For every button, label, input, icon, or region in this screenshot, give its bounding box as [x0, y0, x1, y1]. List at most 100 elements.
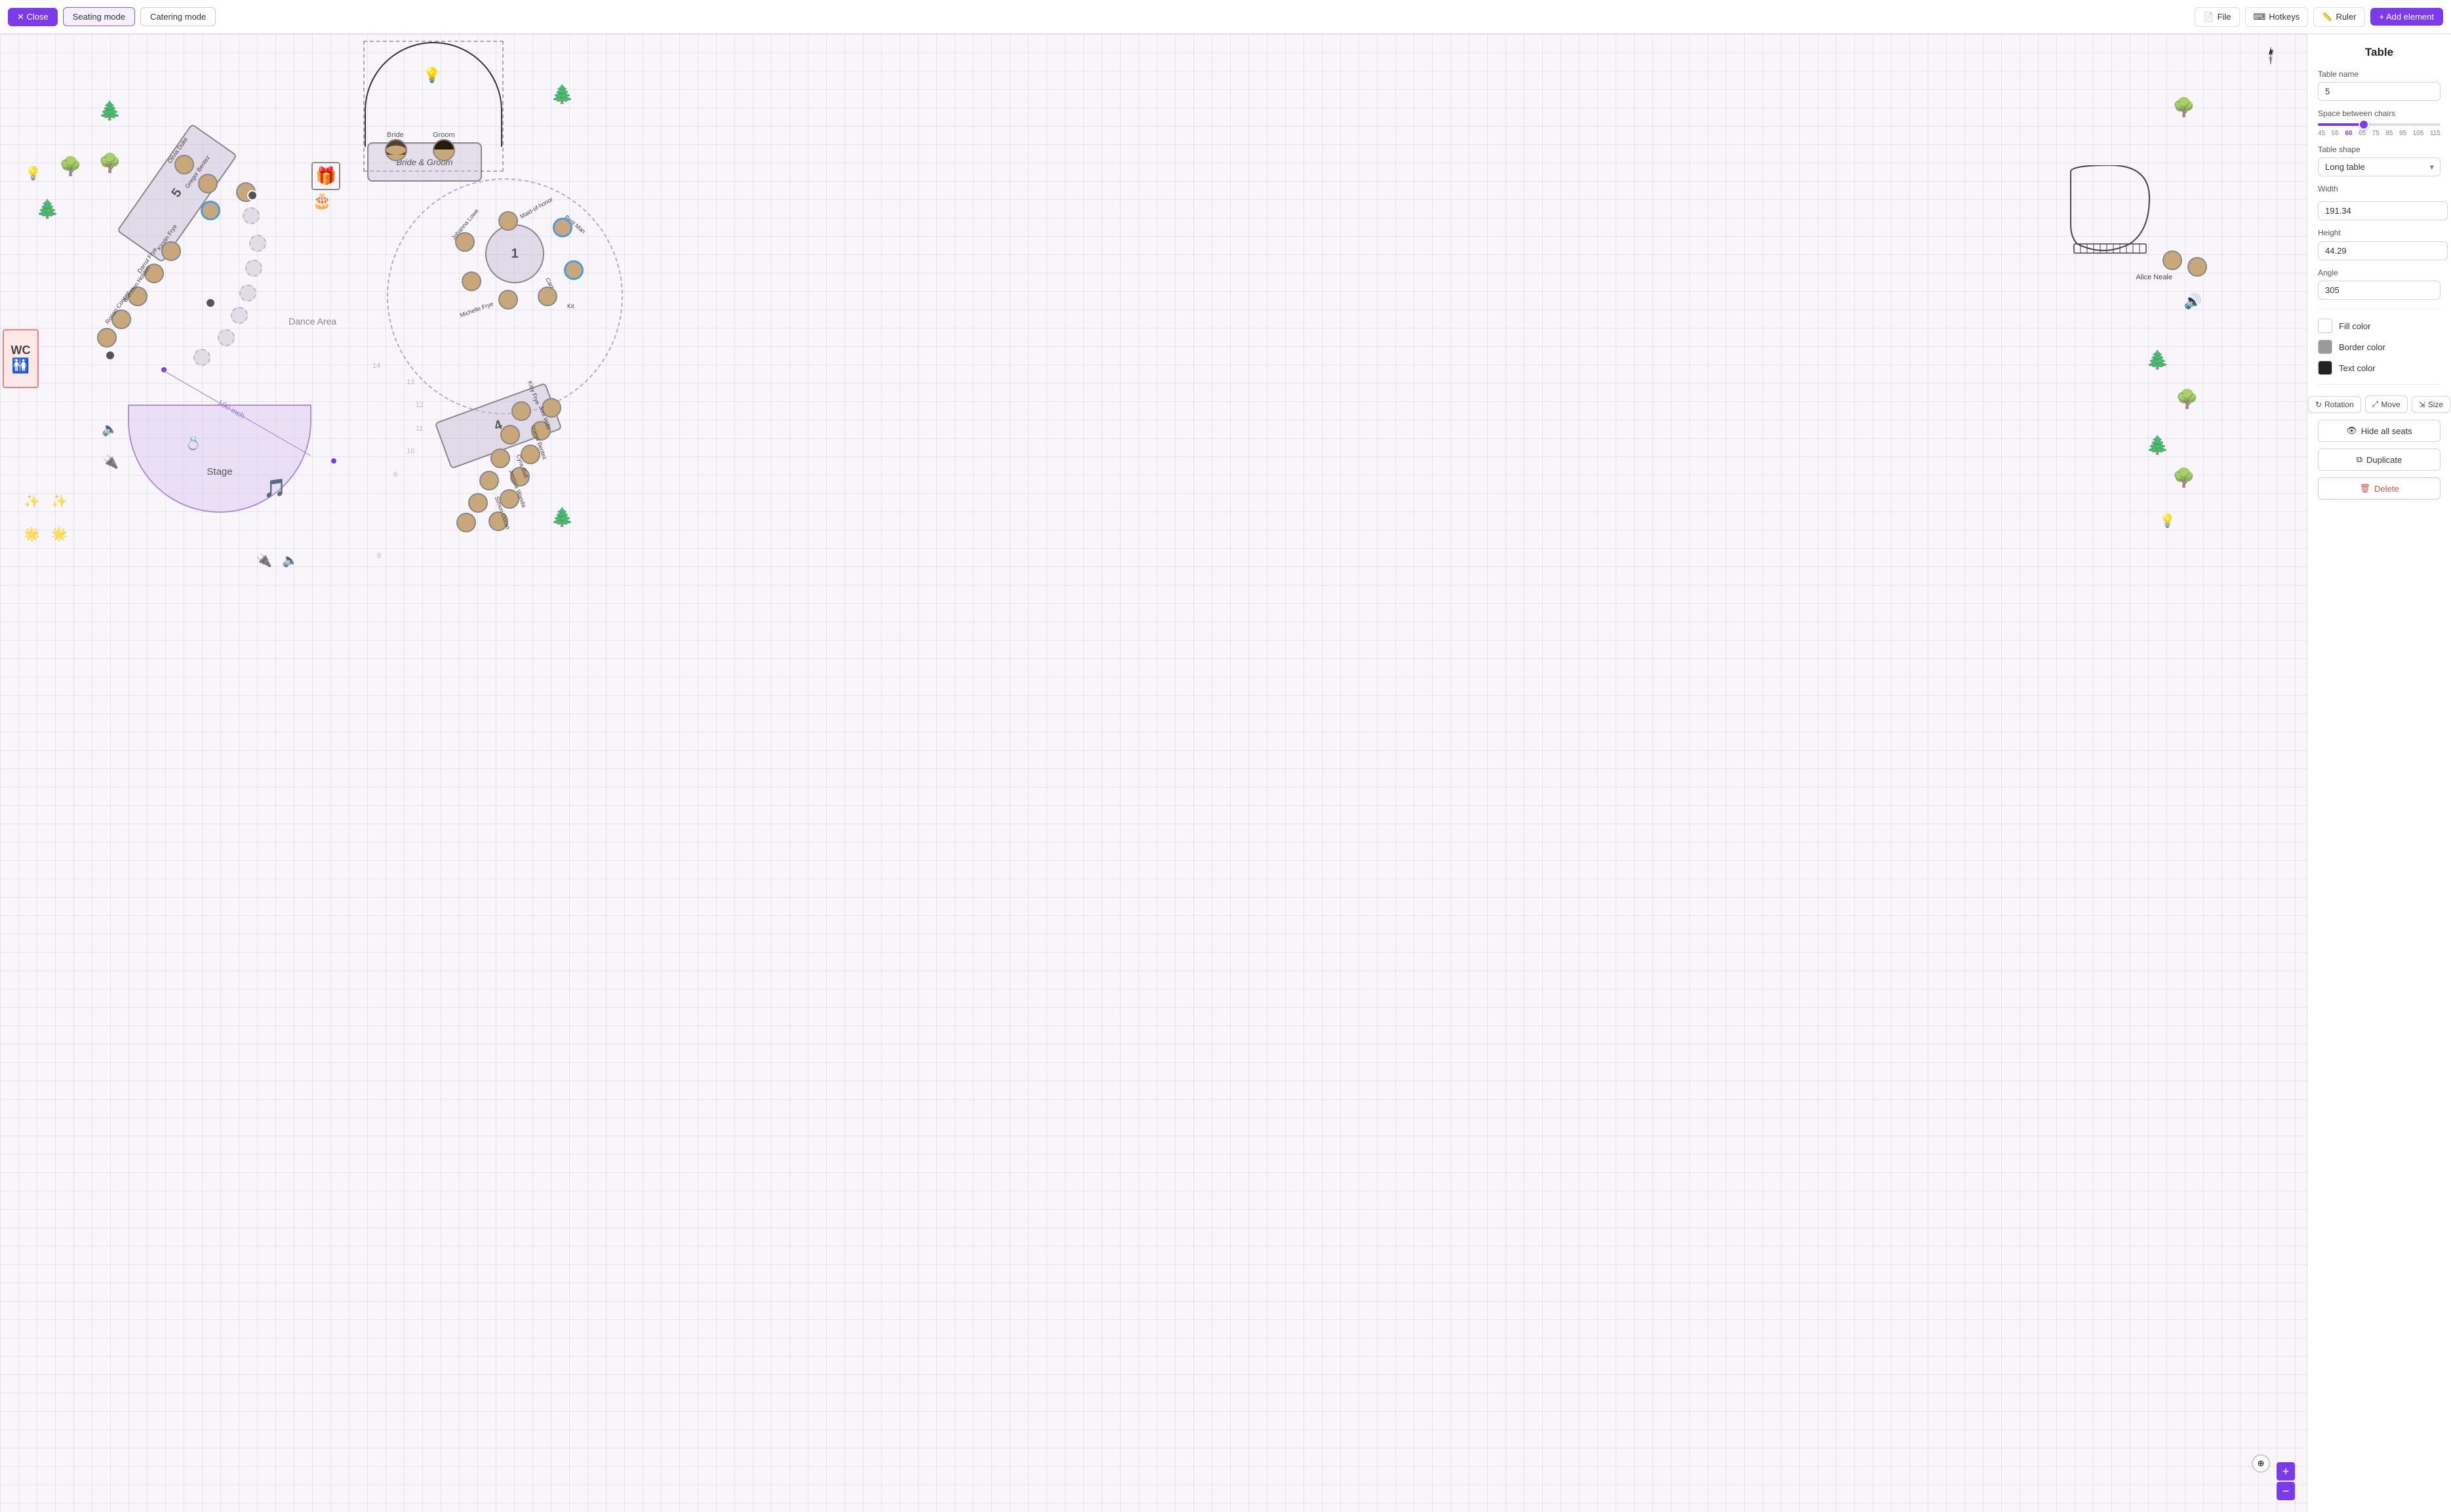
handle-top-right[interactable] [247, 190, 258, 201]
text-color-swatch[interactable] [2318, 361, 2332, 375]
gift-icon: 🎁 [311, 162, 340, 190]
seat-kitty [511, 401, 531, 421]
toolbar: ✕ Close Seating mode Catering mode 📄 Fil… [0, 0, 2451, 34]
fill-color-label: Fill color [2339, 321, 2370, 331]
text-color-label: Text color [2339, 363, 2376, 373]
hide-seats-button[interactable]: 👁 Hide all seats [2318, 420, 2441, 442]
tree-2: 🌳 [59, 155, 82, 177]
stage-audio-icon: 🎵 [264, 477, 287, 499]
tree-9: 🌳 [2172, 467, 2195, 488]
duplicate-icon: ⧉ [2357, 454, 2362, 465]
sparkle-icon: ✨ [51, 493, 68, 509]
seat-duke [201, 201, 220, 220]
num-11: 11 [416, 425, 423, 433]
tree-4: 🌲 [551, 83, 574, 105]
table-name-label: Table name [2318, 70, 2441, 79]
fill-color-swatch[interactable] [2318, 319, 2332, 333]
tree-1: 🌲 [98, 100, 121, 121]
seat-simon [456, 513, 476, 532]
fill-color-row: Fill color [2318, 319, 2441, 333]
tree-7: 🌳 [2176, 388, 2199, 410]
space-label: Space between chairs [2318, 109, 2441, 118]
zoom-out-button[interactable]: − [2277, 1482, 2295, 1500]
num-12: 12 [416, 401, 424, 409]
width-label: Width [2318, 184, 2441, 193]
dance-area-text: Dance Area [289, 316, 336, 327]
size-icon: ⇲ [2419, 400, 2425, 409]
empty-seat-4 [239, 285, 256, 302]
wc-icon: 🚻 [12, 357, 30, 374]
angle-input[interactable] [2318, 281, 2441, 300]
cake-icon: 🎂 [312, 191, 332, 210]
seat-izanel [490, 448, 510, 468]
width-input[interactable] [2318, 201, 2448, 220]
action-row: ↻ Rotation ⤢ Move ⇲ Size [2318, 395, 2441, 413]
speaker-icon-3: 🔈 [282, 552, 298, 568]
speaker-icon: 🔊 [2184, 293, 2202, 310]
empty-seat-7 [193, 349, 210, 366]
table-name-input[interactable] [2318, 82, 2441, 101]
empty-seat-3 [245, 260, 262, 277]
handle-bottom[interactable] [205, 298, 216, 308]
main-layout: N WC 🚻 💡 🎁 🎂 Bride & Groom Bride Groom [0, 34, 2451, 1512]
table-shape-select[interactable]: Long table Round table Square table [2318, 157, 2441, 176]
seat-maid [498, 211, 518, 231]
empty-seat-1 [243, 207, 260, 224]
stage-ring-icon: 💍 [185, 435, 201, 452]
empty-seat-2 [249, 235, 266, 252]
file-button[interactable]: 📄 File [2195, 7, 2239, 27]
add-element-button[interactable]: + Add element [2370, 8, 2443, 26]
seat-1e [498, 290, 518, 309]
rotation-button[interactable]: ↻ Rotation [2308, 396, 2361, 413]
lightbulb-icon-2: 💡 [25, 165, 41, 182]
width-row: Inches [2318, 197, 2441, 220]
seating-mode-button[interactable]: Seating mode [63, 7, 135, 26]
divider-2 [2318, 384, 2441, 385]
ruler-icon: 📏 [2322, 12, 2332, 22]
groom-label: Groom [433, 131, 455, 139]
ruler-button[interactable]: 📏 Ruler [2313, 7, 2364, 27]
seat-gregor [198, 174, 218, 193]
seat-cyra [479, 471, 499, 490]
num-9: 9 [393, 471, 397, 479]
tree-3: 🌲 [36, 198, 59, 220]
wc-sign: WC 🚻 [3, 329, 39, 388]
close-button[interactable]: ✕ Close [8, 8, 58, 26]
height-label: Height [2318, 228, 2441, 237]
delete-button[interactable]: 🗑 Delete [2318, 477, 2441, 500]
empty-seat-6 [218, 329, 235, 346]
bulb-icon-2: 💡 [2159, 513, 2176, 529]
tree-11: 🌳 [98, 152, 121, 174]
border-color-swatch[interactable] [2318, 340, 2332, 354]
right-panel: Table Table name Space between chairs 45… [2307, 34, 2451, 1512]
piano [2064, 165, 2156, 257]
measure-end [331, 458, 336, 464]
duplicate-button[interactable]: ⧉ Duplicate [2318, 448, 2441, 471]
bulb-icon: 💡 [423, 67, 441, 84]
move-button[interactable]: ⤢ Move [2365, 395, 2408, 413]
slider-thumb[interactable] [2359, 119, 2369, 130]
hotkeys-button[interactable]: ⌨ Hotkeys [2245, 7, 2309, 27]
catering-mode-button[interactable]: Catering mode [140, 7, 216, 26]
canvas-area[interactable]: N WC 🚻 💡 🎁 🎂 Bride & Groom Bride Groom [0, 34, 2307, 1512]
slider-labels: 45 55 60 65 75 85 95 105 115 [2318, 130, 2441, 137]
size-button[interactable]: ⇲ Size [2412, 396, 2450, 413]
handle-left[interactable] [105, 350, 115, 361]
michelle-label: Michelle Frye [459, 300, 494, 319]
panel-title: Table [2318, 46, 2441, 59]
table-shape-label: Table shape [2318, 145, 2441, 154]
locate-button[interactable]: ⊕ [2252, 1454, 2270, 1473]
border-color-label: Border color [2339, 342, 2385, 352]
space-slider[interactable]: 45 55 60 65 75 85 95 105 115 [2318, 123, 2441, 137]
maid-honor-label: Maid-of-honor [519, 196, 554, 220]
zoom-in-button[interactable]: + [2277, 1462, 2295, 1481]
seat-1f [462, 271, 481, 291]
table-1[interactable]: 1 [485, 224, 544, 283]
rotation-icon: ↻ [2315, 400, 2322, 409]
height-row: Inches [2318, 241, 2441, 260]
compass: N [2261, 46, 2281, 70]
kit-label: Kit [567, 303, 574, 309]
hotkeys-icon: ⌨ [2254, 12, 2266, 22]
height-input[interactable] [2318, 241, 2448, 260]
seat-1d [538, 287, 557, 306]
